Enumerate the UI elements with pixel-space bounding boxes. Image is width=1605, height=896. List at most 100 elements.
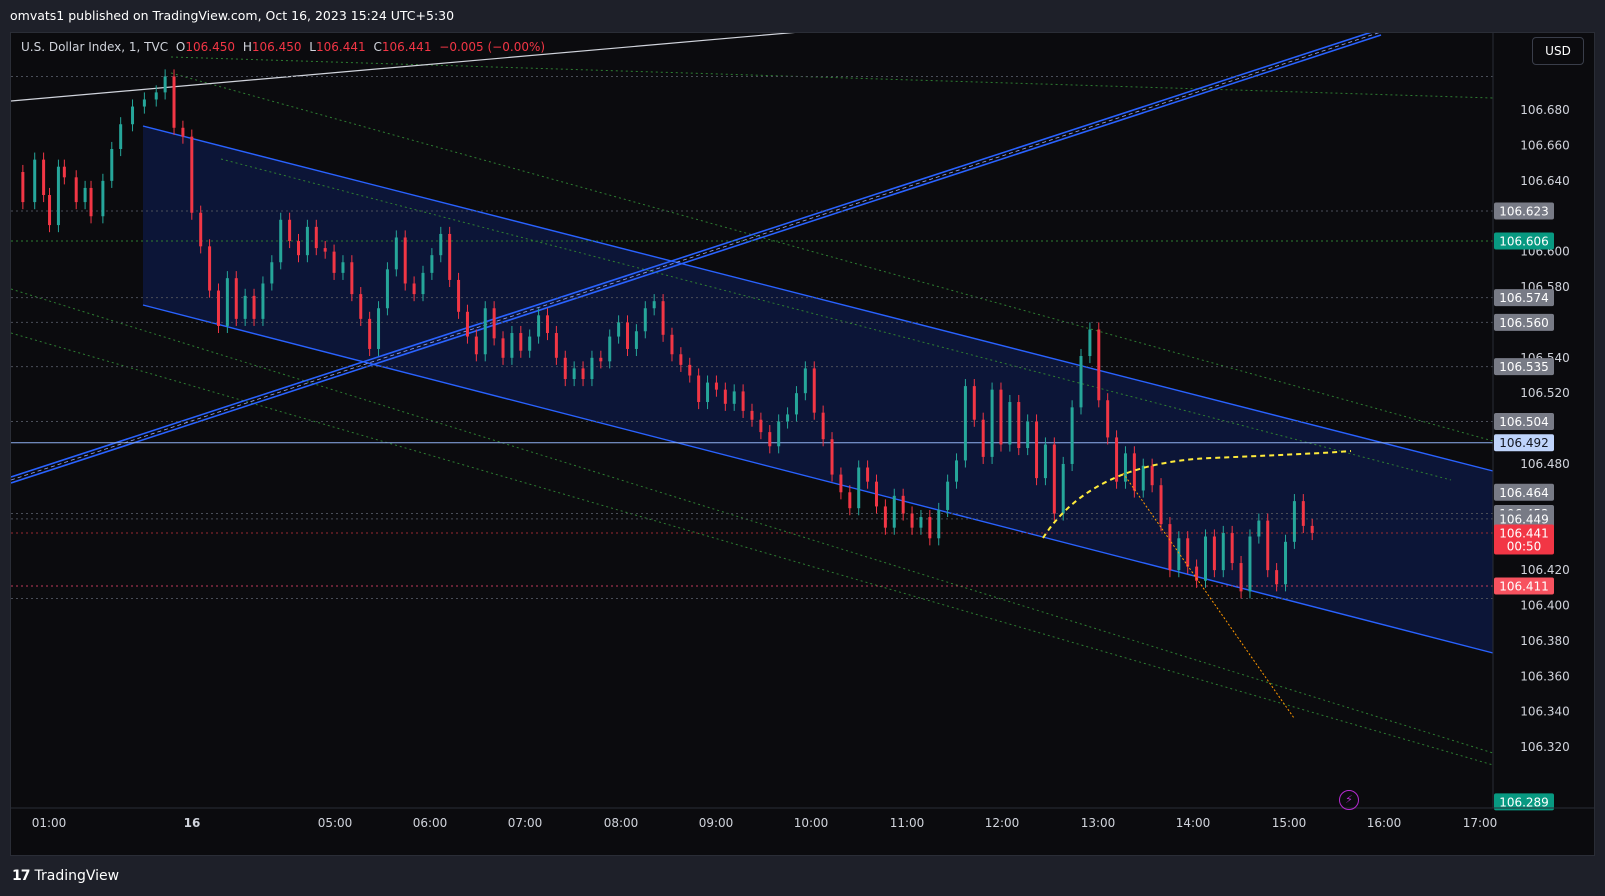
tradingview-logo[interactable]: 17 TradingView bbox=[12, 868, 119, 884]
symbol-name[interactable]: U.S. Dollar Index bbox=[21, 40, 121, 54]
candle-body bbox=[661, 301, 665, 335]
open-value: 106.450 bbox=[185, 40, 235, 54]
candle-body bbox=[759, 419, 763, 433]
candle-body bbox=[732, 391, 736, 404]
lightning-icon[interactable]: ⚡ bbox=[1339, 790, 1359, 810]
price-tag-value: 106.411 bbox=[1499, 580, 1549, 594]
candle-body bbox=[501, 338, 505, 358]
price-tag-value: 106.606 bbox=[1499, 235, 1549, 249]
candle-body bbox=[563, 357, 567, 380]
candle-body bbox=[946, 481, 950, 510]
interval-label: 1 bbox=[128, 40, 137, 54]
candle-body bbox=[1150, 465, 1154, 486]
candle-body bbox=[288, 219, 292, 242]
candle-body bbox=[1292, 501, 1296, 542]
candle-body bbox=[421, 272, 425, 295]
candle-body bbox=[154, 92, 158, 100]
candle-body bbox=[297, 241, 301, 256]
candle-body bbox=[1212, 536, 1216, 571]
candle-body bbox=[670, 334, 674, 355]
candle-body bbox=[528, 336, 532, 351]
candle-body bbox=[1230, 532, 1234, 564]
candle-body bbox=[21, 172, 25, 203]
low-value: 106.441 bbox=[315, 40, 366, 54]
time-axis-label: 16 bbox=[184, 816, 201, 830]
candle-body bbox=[857, 467, 861, 509]
candle-body bbox=[866, 467, 870, 482]
candle-body bbox=[33, 159, 37, 203]
price-chart[interactable]: 106.680106.660106.640106.600106.580106.5… bbox=[11, 33, 1594, 855]
price-axis-label: 106.420 bbox=[1520, 563, 1570, 577]
price-tag-value: 106.492 bbox=[1499, 436, 1549, 450]
candle-body bbox=[892, 495, 896, 528]
price-tag-value: 106.574 bbox=[1499, 291, 1549, 305]
candle-body bbox=[1017, 402, 1021, 449]
candle-body bbox=[634, 331, 638, 349]
candle-body bbox=[101, 180, 105, 217]
price-axis-label: 106.660 bbox=[1520, 138, 1570, 152]
candle-body bbox=[474, 336, 478, 355]
candle-body bbox=[1301, 501, 1305, 526]
candle-body bbox=[448, 233, 452, 280]
time-axis-label: 12:00 bbox=[985, 816, 1020, 830]
candle-body bbox=[483, 308, 487, 355]
ohlc-legend: U.S. Dollar Index, 1, TVC O106.450 H106.… bbox=[21, 40, 546, 54]
candle-body bbox=[314, 226, 318, 249]
candle-body bbox=[131, 106, 135, 125]
candle-body bbox=[910, 513, 914, 528]
price-axis-label: 106.320 bbox=[1520, 740, 1570, 754]
candle-body bbox=[1132, 453, 1136, 491]
candle-body bbox=[225, 278, 229, 326]
candle-body bbox=[581, 368, 585, 380]
price-axis-label: 106.680 bbox=[1520, 103, 1570, 117]
time-axis-label: 15:00 bbox=[1272, 816, 1307, 830]
candle-body bbox=[190, 136, 194, 213]
close-label: C bbox=[373, 40, 382, 54]
candle-body bbox=[89, 187, 93, 217]
candle-body bbox=[385, 269, 389, 309]
candle-body bbox=[1239, 563, 1243, 592]
candle-body bbox=[305, 226, 309, 256]
candle-body bbox=[750, 410, 754, 420]
candle-body bbox=[928, 517, 932, 539]
candle-body bbox=[883, 506, 887, 528]
time-axis-label: 16:00 bbox=[1367, 816, 1402, 830]
candle-body bbox=[821, 412, 825, 440]
candle-body bbox=[1079, 356, 1083, 408]
candle-body bbox=[42, 159, 46, 196]
candle-body bbox=[626, 322, 630, 349]
candle-body bbox=[999, 389, 1003, 445]
candle-body bbox=[723, 389, 727, 404]
chart-pane[interactable]: 106.680 106.660 106.640 106.600 106.580 106.5… bbox=[10, 32, 1595, 856]
currency-button[interactable]: USD bbox=[1532, 37, 1584, 65]
candle-body bbox=[110, 149, 114, 181]
footer-bar: 17 TradingView bbox=[0, 856, 1605, 896]
candle-body bbox=[652, 301, 656, 309]
candle-body bbox=[688, 364, 692, 376]
candle-body bbox=[1008, 402, 1012, 445]
candle-body bbox=[1106, 400, 1110, 438]
close-value: 106.441 bbox=[381, 40, 432, 54]
time-axis-label: 11:00 bbox=[890, 816, 925, 830]
price-tag-value: 106.441 bbox=[1499, 526, 1549, 540]
candle-body bbox=[208, 246, 212, 291]
time-axis-label: 13:00 bbox=[1081, 816, 1116, 830]
candle-body bbox=[323, 248, 327, 252]
candle-body bbox=[590, 357, 594, 380]
candle-body bbox=[803, 368, 807, 394]
price-axis-label: 106.520 bbox=[1520, 386, 1570, 400]
time-axis-label: 09:00 bbox=[699, 816, 734, 830]
candle-body bbox=[430, 255, 434, 273]
price-axis-label: 106.640 bbox=[1520, 174, 1570, 188]
candle-body bbox=[599, 357, 603, 362]
candle-body bbox=[359, 294, 363, 319]
candle-body bbox=[812, 368, 816, 413]
candle-body bbox=[1097, 329, 1101, 401]
candle-body bbox=[706, 382, 710, 403]
bar-countdown: 00:50 bbox=[1507, 539, 1542, 553]
candle-body bbox=[332, 251, 336, 273]
candle-body bbox=[1159, 485, 1163, 525]
candle-body bbox=[341, 262, 345, 273]
price-tag-value: 106.535 bbox=[1499, 360, 1549, 374]
candle-body bbox=[492, 308, 496, 339]
